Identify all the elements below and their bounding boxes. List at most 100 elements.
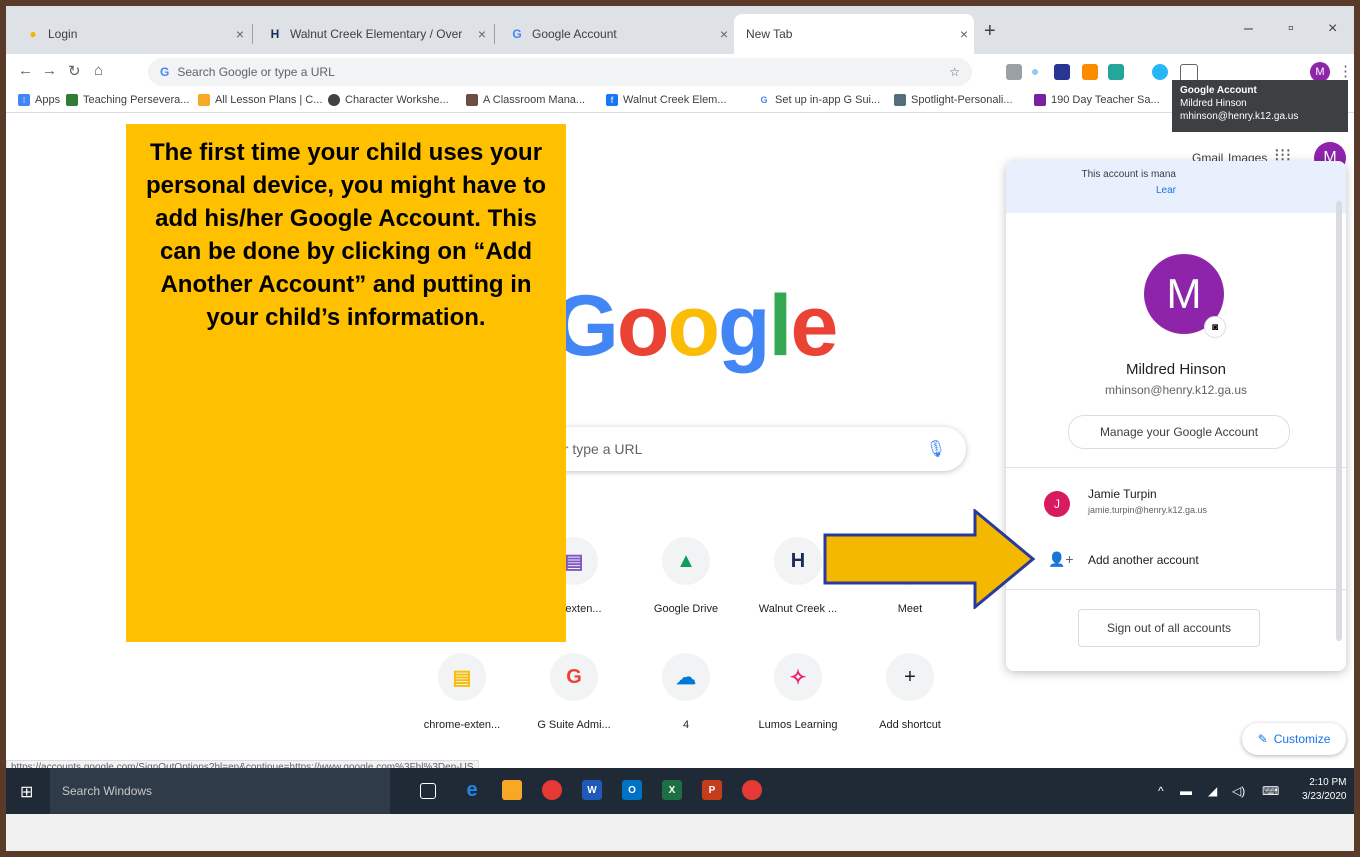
bookmark-item[interactable]: A Classroom Mana... [466, 94, 585, 106]
bookmark-item[interactable]: f Walnut Creek Elem... [606, 94, 727, 106]
onedrive-icon: ☁ [662, 653, 710, 701]
system-clock[interactable]: 2:10 PM 3/23/2020 [1302, 776, 1347, 804]
google-logo: Google [552, 278, 838, 374]
lumos-icon: ✧ [774, 653, 822, 701]
bookmark-item[interactable]: Teaching Persevera... [66, 94, 189, 106]
shortcut-tile[interactable]: ▤ chrome-exten... [406, 653, 518, 763]
extension-icon[interactable] [1054, 64, 1070, 80]
shortcut-icon: ▤ [438, 653, 486, 701]
forward-icon[interactable]: → [42, 62, 57, 79]
bookmark-item[interactable]: 190 Day Teacher Sa... [1034, 94, 1160, 106]
sign-out-button[interactable]: Sign out of all accounts [1078, 609, 1260, 647]
camera-icon[interactable]: ◙ [1204, 316, 1226, 338]
google-icon: G [758, 94, 770, 106]
chrome-profile-icon[interactable] [742, 780, 762, 800]
shortcut-tile[interactable]: ▲ Google Drive [630, 537, 742, 647]
chrome-icon[interactable] [542, 780, 562, 800]
google-icon: G [550, 653, 598, 701]
manage-account-button[interactable]: Manage your Google Account [1068, 415, 1290, 449]
managed-account-banner: This account is mana Lear [1006, 161, 1346, 213]
customize-button[interactable]: ✎ Customize [1242, 723, 1346, 755]
tab-google-account[interactable]: G Google Account × [498, 14, 734, 54]
minimize-icon[interactable]: – [1244, 20, 1253, 38]
shortcut-tile[interactable]: ✧ Lumos Learning [742, 653, 854, 763]
close-icon[interactable]: × [472, 26, 492, 42]
file-explorer-icon[interactable] [502, 780, 522, 800]
windows-search-placeholder: Search Windows [62, 784, 153, 798]
screenshot: ● Login × H Walnut Creek Elementary / Ov… [6, 6, 1354, 814]
shortcut-label: Lumos Learning [758, 719, 838, 731]
microphone-icon[interactable]: 🎙 [926, 439, 946, 459]
scrollbar[interactable] [1336, 201, 1342, 641]
customize-label: Customize [1273, 732, 1331, 746]
add-account-row[interactable]: 👤+ Add another account [1006, 543, 1346, 577]
extension-icon[interactable] [1082, 64, 1098, 80]
bookmark-label: A Classroom Mana... [483, 94, 586, 106]
add-shortcut-button[interactable]: + Add shortcut [854, 653, 966, 763]
back-icon[interactable]: ← [18, 62, 33, 79]
shortcut-tile[interactable]: ☁ 4 [630, 653, 742, 763]
extension-icon[interactable] [1032, 69, 1038, 75]
browser-toolbar: ← → ↻ ⌂ G Search Google or type a URL ☆ … [6, 54, 1354, 90]
add-account-label: Add another account [1088, 553, 1199, 567]
reload-icon[interactable]: ↻ [68, 62, 81, 80]
account-tooltip: Google Account Mildred Hinson mhinson@he… [1172, 80, 1348, 132]
tab-divider [252, 24, 253, 44]
tab-divider [494, 24, 495, 44]
omnibox[interactable]: G Search Google or type a URL ☆ [148, 58, 972, 86]
close-icon[interactable]: × [230, 26, 250, 42]
windows-taskbar: ⊞ Search Windows e W O X P ^ ▬ ◢ ◁) ⌨ 2:… [6, 768, 1354, 814]
powerpoint-icon[interactable]: P [702, 780, 722, 800]
close-icon[interactable]: × [714, 26, 734, 42]
apps-grid-icon: ⁝ [18, 94, 30, 106]
windows-search-box[interactable]: Search Windows [50, 768, 390, 814]
extension-icon[interactable] [1152, 64, 1168, 80]
omnibox-placeholder: Search Google or type a URL [177, 65, 335, 79]
tab-walnut-creek[interactable]: H Walnut Creek Elementary / Over × [256, 14, 492, 54]
other-account-avatar: J [1044, 491, 1070, 517]
wifi-icon[interactable]: ◢ [1208, 784, 1217, 798]
bookmark-icon [466, 94, 478, 106]
bookmark-apps[interactable]: ⁝ Apps [18, 94, 60, 106]
other-account-row[interactable]: J Jamie Turpin jamie.turpin@henry.k12.ga… [1006, 481, 1346, 527]
star-icon[interactable]: ☆ [949, 65, 960, 79]
other-account-email: jamie.turpin@henry.k12.ga.us [1088, 505, 1208, 515]
facebook-icon: f [606, 94, 618, 106]
new-tab-button[interactable]: + [984, 20, 996, 43]
managed-text: This account is mana [1081, 169, 1177, 180]
bookmark-label: 190 Day Teacher Sa... [1051, 94, 1160, 106]
restore-icon[interactable]: ▫ [1288, 20, 1294, 38]
tab-new-tab[interactable]: New Tab × [734, 14, 974, 54]
shortcut-tile[interactable]: G G Suite Admi... [518, 653, 630, 763]
volume-icon[interactable]: ◁) [1232, 784, 1245, 798]
tray-chevron-icon[interactable]: ^ [1158, 784, 1164, 798]
google-icon: G [512, 27, 522, 41]
bookmark-label: Teaching Persevera... [83, 94, 190, 106]
extension-icon[interactable] [1108, 64, 1124, 80]
menu-icon[interactable]: ⋮ [1338, 62, 1353, 80]
excel-icon[interactable]: X [662, 780, 682, 800]
task-view-icon[interactable] [420, 783, 436, 799]
divider [1006, 467, 1346, 468]
account-email: mhinson@henry.k12.ga.us [1104, 383, 1248, 397]
bookmark-item[interactable]: G Set up in-app G Sui... [758, 94, 880, 106]
search-placeholder: or type a URL [556, 441, 643, 457]
bookmark-item[interactable]: Spotlight-Personali... [894, 94, 1013, 106]
tab-login[interactable]: ● Login × [14, 14, 250, 54]
close-icon[interactable]: × [954, 26, 974, 42]
home-icon[interactable]: ⌂ [94, 62, 103, 79]
windows-start-icon[interactable]: ⊞ [20, 782, 33, 802]
edge-icon[interactable]: e [462, 779, 482, 801]
extension-icon[interactable] [1006, 64, 1022, 80]
bookmark-item[interactable]: Character Workshe... [328, 94, 449, 106]
walnut-creek-icon: H [270, 27, 280, 41]
keyboard-icon[interactable]: ⌨ [1262, 784, 1279, 798]
outlook-icon[interactable]: O [622, 780, 642, 800]
profile-avatar[interactable]: M [1310, 62, 1330, 82]
other-account-name: Jamie Turpin [1088, 487, 1157, 501]
network-icon[interactable]: ▬ [1180, 784, 1192, 798]
bookmark-item[interactable]: All Lesson Plans | C... [198, 94, 322, 106]
close-window-icon[interactable]: × [1328, 20, 1337, 38]
learn-more-link[interactable]: Lear [1006, 185, 1176, 196]
word-icon[interactable]: W [582, 780, 602, 800]
